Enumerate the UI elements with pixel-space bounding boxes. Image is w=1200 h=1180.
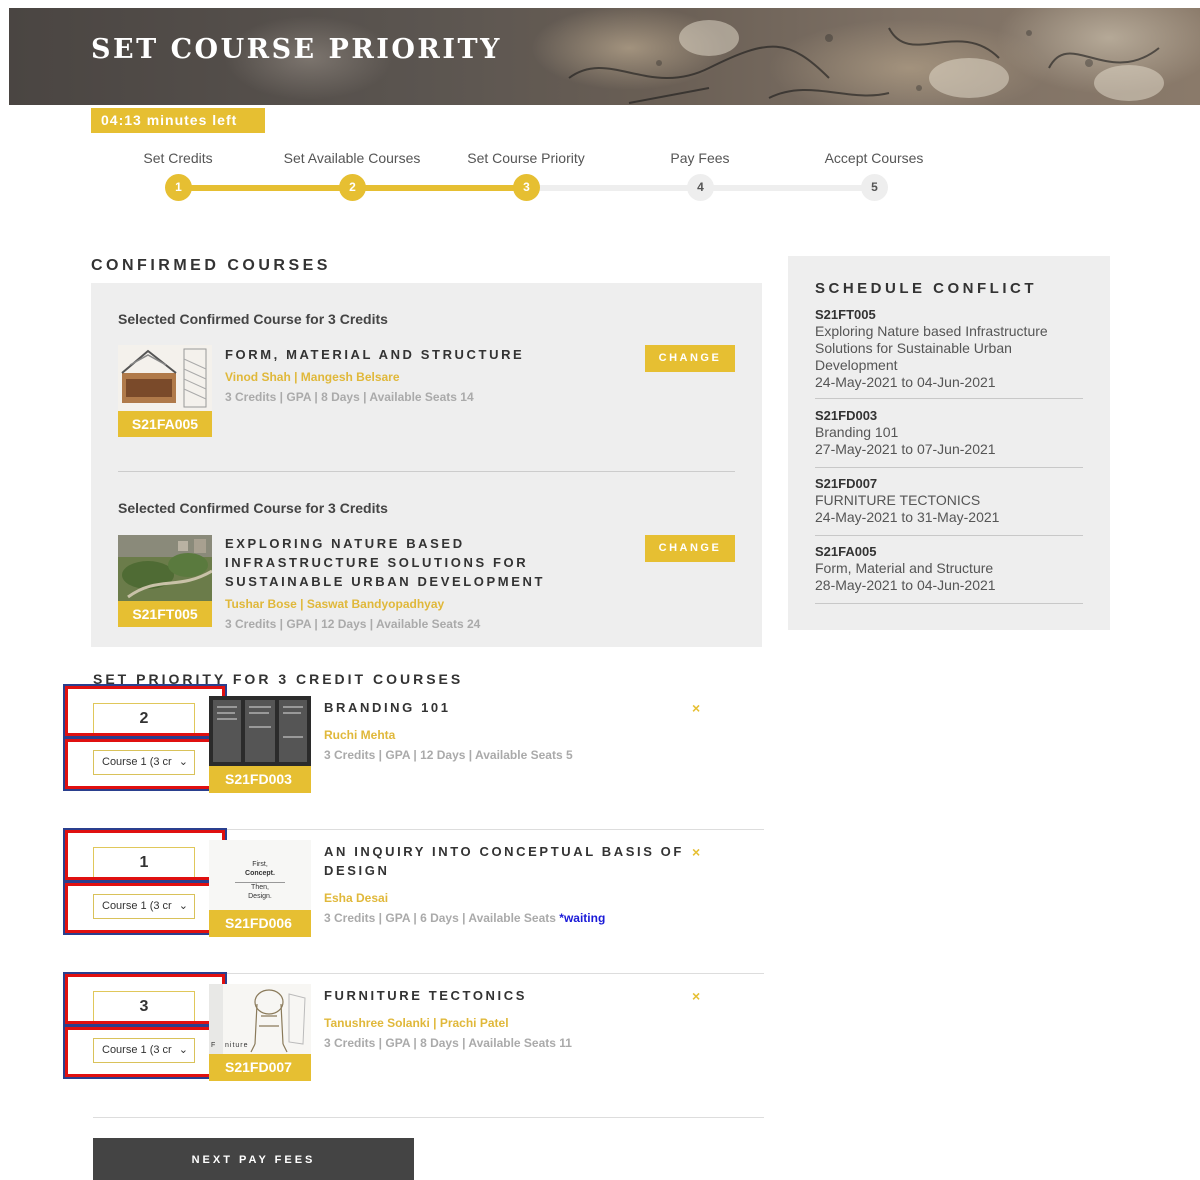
- conflict-item: S21FA005 Form, Material and Structure 28…: [815, 543, 1083, 604]
- step-label: Pay Fees: [670, 150, 730, 166]
- course-meta: 3 Credits | GPA | 8 Days | Available Sea…: [225, 390, 474, 404]
- row-divider: [93, 1117, 764, 1118]
- step-set-available-courses[interactable]: Set Available Courses 2: [262, 150, 442, 201]
- course-thumbnail[interactable]: F niture: [209, 984, 311, 1054]
- step-number: 3: [513, 174, 540, 201]
- confirmed-courses-heading: CONFIRMED COURSES: [91, 257, 331, 274]
- course-thumbnail[interactable]: [118, 535, 212, 601]
- thumb-caption: niture: [225, 1042, 249, 1049]
- step-label: Set Course Priority: [467, 150, 585, 166]
- remove-icon[interactable]: ×: [692, 844, 700, 860]
- step-number: 5: [861, 174, 888, 201]
- conflict-course-dates: 28-May-2021 to 04-Jun-2021: [815, 577, 996, 593]
- course-faculty: Esha Desai: [324, 891, 389, 905]
- step-set-credits[interactable]: Set Credits 1: [88, 150, 268, 201]
- step-accept-courses[interactable]: Accept Courses 5: [784, 150, 964, 201]
- step-number: 2: [339, 174, 366, 201]
- conflict-item: S21FT005 Exploring Nature based Infrastr…: [815, 306, 1083, 399]
- thumb-caption: F: [211, 1042, 216, 1049]
- remove-icon[interactable]: ×: [692, 700, 700, 716]
- confirmed-courses-panel: Selected Confirmed Course for 3 Credits …: [91, 283, 762, 647]
- step-label: Set Credits: [143, 150, 213, 166]
- highlight-box: [65, 830, 225, 880]
- conflict-course-code: S21FA005: [815, 544, 877, 559]
- schedule-conflict-panel: SCHEDULE CONFLICT S21FT005 Exploring Nat…: [788, 256, 1110, 630]
- conflict-course-dates: 24-May-2021 to 31-May-2021: [815, 509, 1000, 525]
- course-thumbnail[interactable]: [209, 696, 311, 766]
- course-meta: 3 Credits | GPA | 8 Days | Available Sea…: [324, 1036, 572, 1050]
- priority-heading: SET PRIORITY FOR 3 CREDIT COURSES: [93, 671, 464, 687]
- conflict-item: S21FD007 FURNITURE TECTONICS 24-May-2021…: [815, 475, 1083, 536]
- thumb-caption: Then,: [251, 884, 269, 891]
- conflict-course-code: S21FD003: [815, 408, 878, 423]
- priority-row: 1 Course 1 (3 cr ⌄ First, Concept. Then,…: [64, 830, 764, 982]
- conflict-course-name: FURNITURE TECTONICS: [815, 492, 981, 508]
- course-code-badge: S21FD007: [209, 1054, 311, 1081]
- conflict-course-code: S21FT005: [815, 307, 876, 322]
- priority-row: 2 Course 1 (3 cr ⌄ S21FD003 BRANDING 101…: [64, 686, 764, 838]
- thumb-caption: Concept.: [245, 870, 275, 877]
- priority-row: 3 Course 1 (3 cr ⌄ F niture S21FD007 FUR…: [64, 974, 764, 1126]
- course-title[interactable]: BRANDING 101: [324, 698, 684, 717]
- step-pay-fees[interactable]: Pay Fees 4: [610, 150, 790, 201]
- course-title[interactable]: FURNITURE TECTONICS: [324, 986, 684, 1005]
- change-button[interactable]: CHANGE: [645, 345, 735, 372]
- course-title[interactable]: FORM, MATERIAL AND STRUCTURE: [225, 345, 625, 364]
- highlight-box: [65, 974, 225, 1024]
- course-meta-text: 3 Credits | GPA | 6 Days | Available Sea…: [324, 911, 560, 925]
- countdown-timer: 04:13 minutes left: [91, 108, 265, 133]
- conflict-course-name: Exploring Nature based Infrastructure So…: [815, 323, 1048, 373]
- highlight-box: [65, 883, 225, 933]
- conflict-course-name: Branding 101: [815, 424, 899, 440]
- step-number: 4: [687, 174, 714, 201]
- schedule-conflict-heading: SCHEDULE CONFLICT: [815, 280, 1037, 297]
- course-code-badge: S21FD003: [209, 766, 311, 793]
- next-pay-fees-button[interactable]: NEXT PAY FEES: [93, 1138, 414, 1180]
- hero-banner: SET COURSE PRIORITY: [9, 8, 1200, 105]
- step-label: Accept Courses: [824, 150, 924, 166]
- course-meta: 3 Credits | GPA | 12 Days | Available Se…: [324, 748, 573, 762]
- conflict-course-code: S21FD007: [815, 476, 878, 491]
- highlight-box: [65, 686, 225, 736]
- remove-icon[interactable]: ×: [692, 988, 700, 1004]
- highlight-box: [65, 739, 225, 789]
- conflict-course-name: Form, Material and Structure: [815, 560, 994, 576]
- course-thumbnail[interactable]: First, Concept. Then, Design.: [209, 840, 311, 910]
- thumb-caption: First,: [252, 861, 268, 868]
- course-code-badge: S21FT005: [118, 601, 212, 627]
- conflict-item: S21FD003 Branding 101 27-May-2021 to 07-…: [815, 407, 1083, 468]
- selected-course-label: Selected Confirmed Course for 3 Credits: [118, 500, 388, 516]
- course-faculty: Vinod Shah | Mangesh Belsare: [225, 370, 400, 384]
- waiting-status: *waiting: [559, 911, 606, 925]
- course-faculty: Tanushree Solanki | Prachi Patel: [324, 1016, 509, 1030]
- thumb-caption: Design.: [248, 893, 272, 900]
- course-code-badge: S21FD006: [209, 910, 311, 937]
- conflict-course-dates: 24-May-2021 to 04-Jun-2021: [815, 374, 996, 390]
- step-number: 1: [165, 174, 192, 201]
- selected-course-label: Selected Confirmed Course for 3 Credits: [118, 311, 388, 327]
- course-faculty: Tushar Bose | Saswat Bandyopadhyay: [225, 597, 445, 611]
- conflict-course-dates: 27-May-2021 to 07-Jun-2021: [815, 441, 996, 457]
- change-button[interactable]: CHANGE: [645, 535, 735, 562]
- course-code-badge: S21FA005: [118, 411, 212, 437]
- course-thumbnail[interactable]: [118, 345, 212, 411]
- course-faculty: Ruchi Mehta: [324, 728, 396, 742]
- progress-stepper: Set Credits 1 Set Available Courses 2 Se…: [0, 150, 1200, 210]
- step-set-course-priority[interactable]: Set Course Priority 3: [436, 150, 616, 201]
- highlight-box: [65, 1027, 225, 1077]
- course-meta: 3 Credits | GPA | 6 Days | Available Sea…: [324, 911, 605, 925]
- panel-divider: [118, 471, 735, 472]
- course-title[interactable]: EXPLORING NATURE BASED INFRASTRUCTURE SO…: [225, 534, 625, 591]
- course-meta: 3 Credits | GPA | 12 Days | Available Se…: [225, 617, 481, 631]
- step-label: Set Available Courses: [283, 150, 421, 166]
- page-title: SET COURSE PRIORITY: [91, 34, 502, 65]
- course-title[interactable]: AN INQUIRY INTO CONCEPTUAL BASIS OF DESI…: [324, 842, 684, 880]
